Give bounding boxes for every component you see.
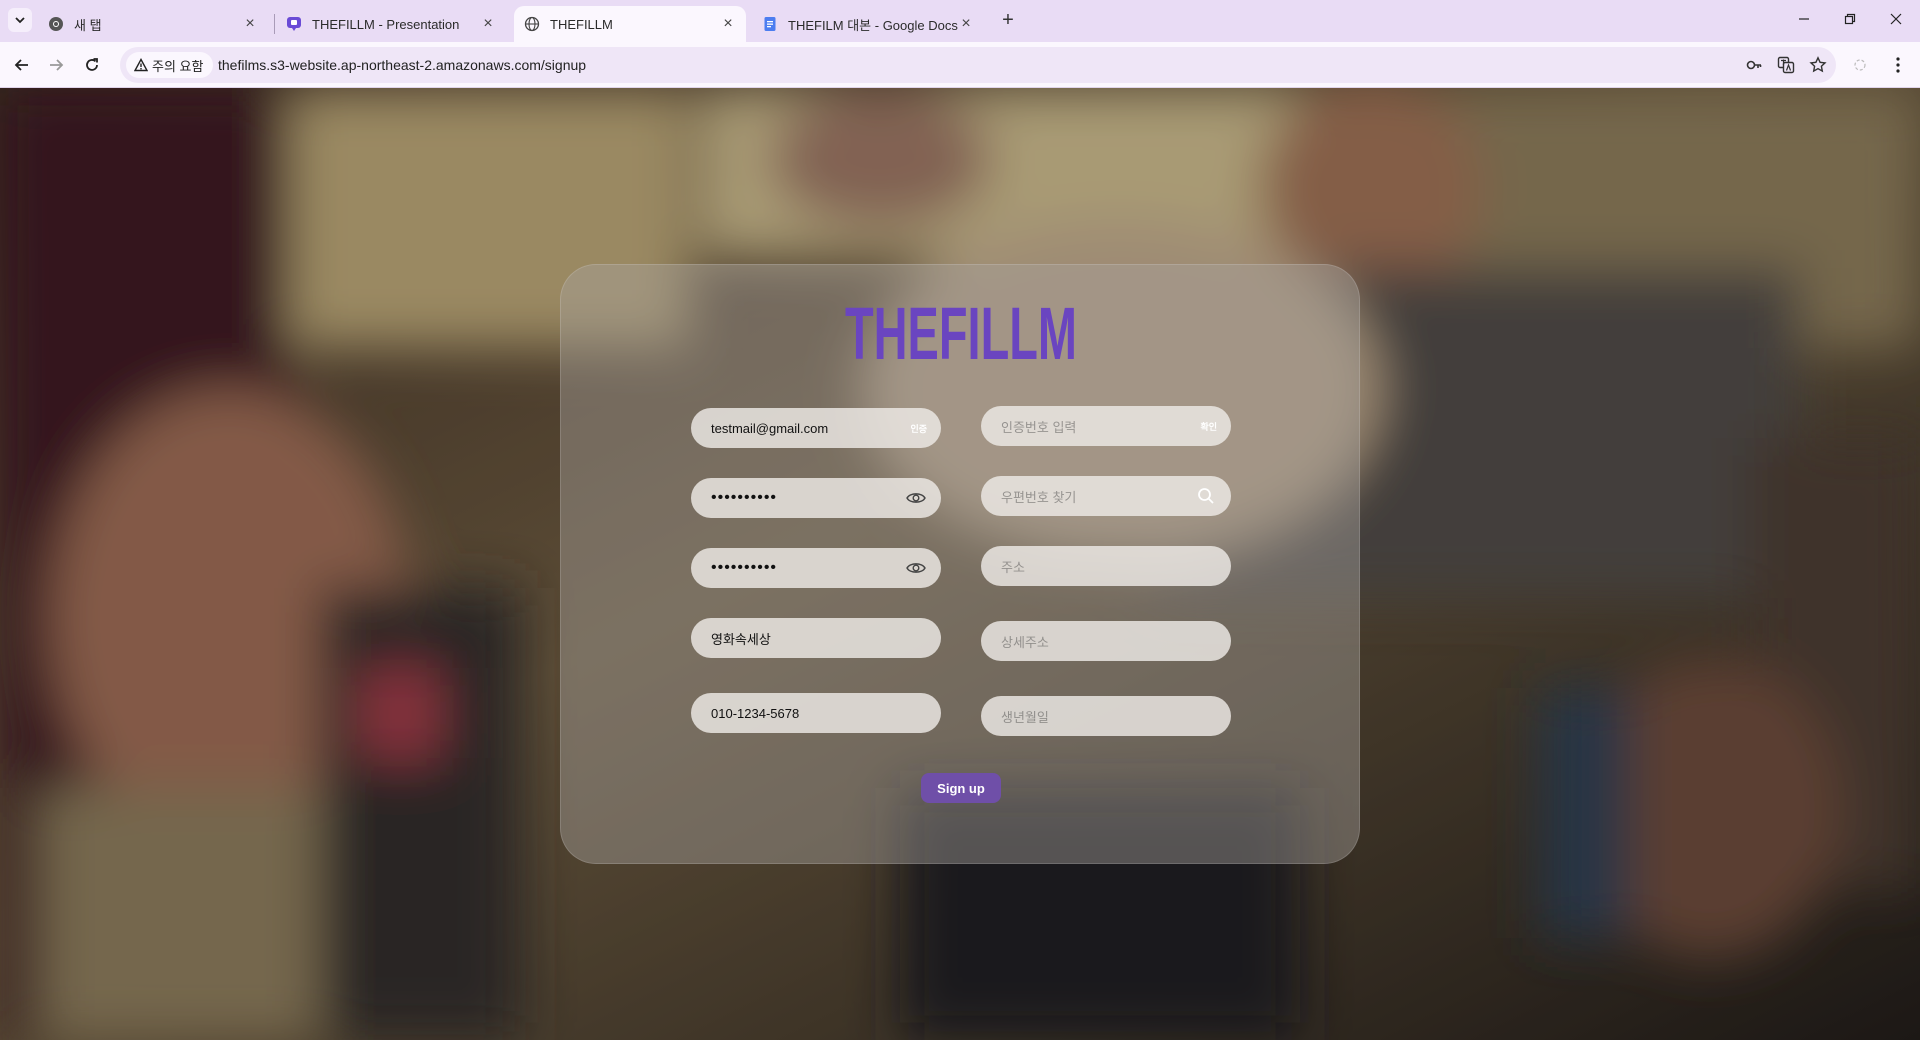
security-label: 주의 요함 xyxy=(152,58,204,74)
extensions-button[interactable] xyxy=(1846,51,1874,79)
restore-icon xyxy=(1844,13,1856,25)
restore-button[interactable] xyxy=(1838,8,1862,32)
warning-icon xyxy=(134,58,148,72)
close-icon[interactable]: × xyxy=(720,16,736,32)
bookmark-button[interactable] xyxy=(1806,53,1830,77)
close-icon xyxy=(1890,13,1902,25)
security-chip[interactable]: 주의 요함 xyxy=(126,52,214,78)
zipcode-field[interactable]: 우편번호 찾기 xyxy=(981,476,1231,516)
translate-icon xyxy=(1777,56,1795,74)
tab-new-tab[interactable]: 새 탭 × xyxy=(38,6,268,42)
new-tab-button[interactable]: + xyxy=(996,8,1020,32)
browser-menu-button[interactable] xyxy=(1886,51,1910,79)
signup-page: THEFILLM testmail@gmail.com 인증 •••••••••… xyxy=(0,88,1920,1040)
globe-icon xyxy=(524,16,540,32)
eye-icon[interactable] xyxy=(905,557,927,579)
close-icon[interactable]: × xyxy=(958,16,974,32)
star-icon xyxy=(1809,56,1827,73)
arrow-left-icon xyxy=(14,59,28,71)
window-close-button[interactable] xyxy=(1884,8,1908,32)
reload-icon xyxy=(86,58,98,71)
address-placeholder: 주소 xyxy=(1001,559,1025,575)
address-bar[interactable]: 주의 요함 thefilms.s3-website.ap-northeast-2… xyxy=(120,47,1836,83)
presentation-icon xyxy=(287,17,301,31)
more-vertical-icon xyxy=(1896,57,1900,73)
tab-search-button[interactable] xyxy=(8,8,32,32)
birthday-placeholder: 생년월일 xyxy=(1001,709,1049,725)
chevron-down-icon xyxy=(15,17,25,24)
tab-divider xyxy=(274,14,275,34)
translate-button[interactable] xyxy=(1774,53,1798,77)
address-field[interactable]: 주소 xyxy=(981,546,1231,586)
zipcode-placeholder: 우편번호 찾기 xyxy=(1001,489,1077,505)
svg-text:THEFILLM: THEFILLM xyxy=(845,301,1077,371)
tab-google-docs[interactable]: THEFILM 대본 - Google Docs × xyxy=(752,6,984,42)
browser-toolbar: 주의 요함 thefilms.s3-website.ap-northeast-2… xyxy=(0,42,1920,88)
close-icon[interactable]: × xyxy=(480,16,496,32)
chrome-icon xyxy=(49,17,63,31)
tab-title: 새 탭 xyxy=(74,17,102,33)
password-value: •••••••••• xyxy=(711,489,778,506)
verification-code-placeholder: 인증번호 입력 xyxy=(1001,419,1077,435)
search-icon[interactable] xyxy=(1195,485,1217,507)
email-value: testmail@gmail.com xyxy=(711,420,829,436)
phone-field[interactable]: 010-1234-5678 xyxy=(691,693,941,733)
nickname-value: 영화속세상 xyxy=(711,631,771,647)
password-key-button[interactable] xyxy=(1742,53,1766,77)
password-confirm-field[interactable]: •••••••••• xyxy=(691,548,941,588)
back-button[interactable] xyxy=(8,51,36,79)
forward-button[interactable] xyxy=(42,51,70,79)
password-confirm-value: •••••••••• xyxy=(711,559,778,576)
code-confirm-button[interactable]: 확인 xyxy=(1200,420,1217,433)
password-field[interactable]: •••••••••• xyxy=(691,478,941,518)
minimize-button[interactable] xyxy=(1792,8,1816,32)
eye-icon[interactable] xyxy=(905,487,927,509)
phone-value: 010-1234-5678 xyxy=(711,705,800,721)
tab-title: THEFILM 대본 - Google Docs xyxy=(788,17,958,33)
sign-up-button[interactable]: Sign up xyxy=(921,773,1001,803)
logo: THEFILLM xyxy=(845,301,1077,371)
nickname-field[interactable]: 영화속세상 xyxy=(691,618,941,658)
signup-card: THEFILLM testmail@gmail.com 인증 •••••••••… xyxy=(560,264,1360,864)
tab-thefillm[interactable]: THEFILLM × xyxy=(514,6,746,42)
verification-code-field[interactable]: 인증번호 입력 확인 xyxy=(981,406,1231,446)
detail-address-field[interactable]: 상세주소 xyxy=(981,621,1231,661)
close-icon[interactable]: × xyxy=(242,16,258,32)
docs-icon xyxy=(764,17,776,31)
tab-title: THEFILLM xyxy=(550,16,613,32)
tab-title: THEFILLM - Presentation xyxy=(312,16,460,32)
birthday-field[interactable]: 생년월일 xyxy=(981,696,1231,736)
email-field[interactable]: testmail@gmail.com 인증 xyxy=(691,408,941,448)
tab-presentation[interactable]: THEFILLM - Presentation × xyxy=(276,6,506,42)
key-icon xyxy=(1746,60,1762,70)
arrow-right-icon xyxy=(50,59,64,71)
tab-strip: 새 탭 × THEFILLM - Presentation × THEFILLM… xyxy=(0,0,1920,42)
minimize-icon xyxy=(1799,18,1809,20)
email-verify-button[interactable]: 인증 xyxy=(910,422,927,435)
loading-icon xyxy=(1854,59,1866,71)
url-text[interactable]: thefilms.s3-website.ap-northeast-2.amazo… xyxy=(218,47,586,83)
detail-address-placeholder: 상세주소 xyxy=(1001,634,1049,650)
reload-button[interactable] xyxy=(78,51,106,79)
